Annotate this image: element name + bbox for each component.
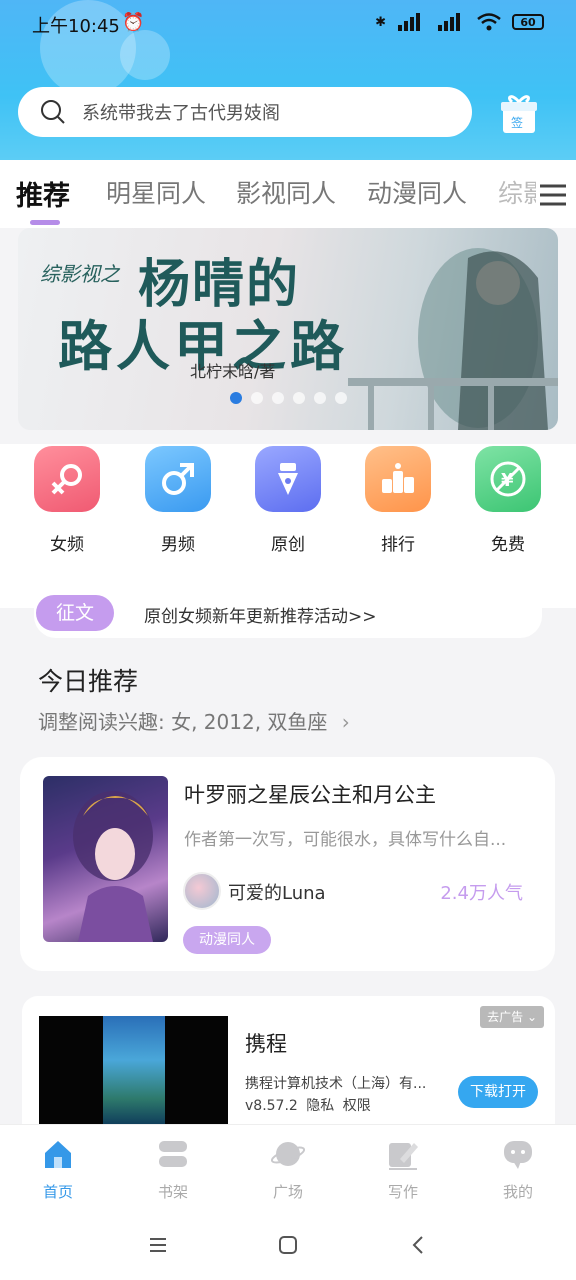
menu-icon [540, 184, 566, 206]
ranking-icon [365, 446, 431, 512]
category-female[interactable]: 女频 [12, 444, 122, 555]
recommend-book-card[interactable]: 叶罗丽之星辰公主和月公主 作者第一次写，可能很水，具体写什么自... 可爱的Lu… [20, 757, 555, 971]
bottom-nav: 首页 书架 广场 写作 我的 [0, 1124, 576, 1210]
tabs-menu-button[interactable] [536, 178, 570, 212]
write-icon [389, 1143, 418, 1170]
recent-apps-icon[interactable] [148, 1236, 168, 1254]
carousel-dots [230, 392, 347, 404]
nav-home[interactable]: 首页 [18, 1137, 98, 1202]
nav-profile[interactable]: 我的 [478, 1137, 558, 1202]
ad-video[interactable] [39, 1016, 228, 1126]
home-icon [45, 1141, 71, 1168]
nav-label: 写作 [387, 1183, 418, 1201]
tab-indicator [30, 220, 60, 225]
carousel-dot[interactable] [251, 392, 263, 404]
category-label: 排行 [381, 535, 415, 555]
carousel-dot[interactable] [314, 392, 326, 404]
category-label: 女频 [50, 535, 84, 555]
nav-label: 首页 [42, 1183, 73, 1201]
nav-label: 广场 [272, 1183, 303, 1201]
carousel-dot[interactable] [335, 392, 347, 404]
bluetooth-icon: ✱ [375, 14, 386, 30]
book-description: 作者第一次写，可能很水，具体写什么自... [184, 830, 507, 850]
ad-video-frame [103, 1016, 165, 1126]
svg-text:签: 签 [511, 115, 523, 130]
nav-label: 我的 [502, 1183, 533, 1201]
tab-star-fanfic[interactable]: 明星同人 [106, 174, 206, 210]
sign-in-gift-button[interactable]: 签 [498, 93, 540, 135]
ad-company: 携程计算机技术（上海）有... [245, 1076, 427, 1092]
interest-text: 调整阅读兴趣: 女, 2012, 双鱼座 [38, 710, 328, 734]
remove-ad-button[interactable]: 去广告 ⌄ [480, 1006, 544, 1028]
search-bar[interactable]: 系统带我去了古代男妓阁 [18, 87, 472, 137]
download-open-button[interactable]: 下载打开 [458, 1076, 538, 1108]
nav-label: 书架 [157, 1183, 188, 1201]
status-right: ✱ 60 [375, 12, 544, 32]
banner-subtitle: 综影视之 [40, 262, 120, 286]
category-ranking[interactable]: 排行 [343, 444, 453, 555]
category-label: 免费 [491, 535, 525, 555]
ad-meta[interactable]: v8.57.2 隐私 权限 [245, 1095, 371, 1115]
bookshelf-icon [159, 1141, 187, 1167]
ad-app-name: 携程 [245, 1032, 287, 1056]
banner-author: 北柠末晗/著 [190, 362, 276, 381]
author-avatar [183, 872, 221, 910]
notice-badge: 征文 [36, 595, 114, 631]
category-male[interactable]: 男频 [123, 444, 233, 555]
status-time: 上午10:45 [32, 16, 120, 37]
gift-icon: 签 [501, 95, 537, 133]
back-icon[interactable] [410, 1235, 426, 1255]
planet-icon [270, 1142, 306, 1166]
tab-anime-fanfic[interactable]: 动漫同人 [367, 174, 467, 210]
category-original[interactable]: 原创 [233, 444, 343, 555]
banner-illustration [348, 248, 558, 430]
wifi-icon [477, 13, 501, 31]
adjust-interest-link[interactable]: 调整阅读兴趣: 女, 2012, 双鱼座 › [38, 706, 350, 735]
notice-text: 原创女频新年更新推荐活动>> [144, 607, 377, 627]
status-bar: 上午10:45 ⏰ ✱ 60 [32, 10, 544, 37]
category-label: 原创 [271, 535, 305, 555]
male-icon [145, 446, 211, 512]
pen-nib-icon [255, 446, 321, 512]
tab-film-fanfic[interactable]: 影视同人 [236, 174, 336, 210]
carousel-dot[interactable] [230, 392, 242, 404]
nav-bookshelf[interactable]: 书架 [133, 1137, 213, 1202]
author-name: 可爱的Luna [228, 883, 326, 904]
alarm-icon: ⏰ [122, 12, 145, 33]
genre-tag[interactable]: 动漫同人 [183, 926, 271, 954]
search-icon [41, 100, 65, 124]
category-label: 男频 [161, 535, 195, 555]
home-button-icon[interactable] [278, 1235, 298, 1255]
system-nav-bar [0, 1210, 576, 1280]
remove-ad-label: 去广告 [487, 1010, 524, 1024]
search-placeholder: 系统带我去了古代男妓阁 [82, 103, 280, 124]
header: 上午10:45 ⏰ ✱ 60 系统带我去了古代男妓阁 签 [0, 0, 576, 160]
tab-recommend[interactable]: 推荐 [16, 174, 70, 213]
book-title: 叶罗丽之星辰公主和月公主 [184, 783, 436, 807]
banner-carousel[interactable]: 综影视之 杨晴的 路人甲之路 北柠末晗/著 [18, 228, 558, 430]
ad-card[interactable]: 携程 携程计算机技术（上海）有... v8.57.2 隐私 权限 去广告 ⌄ 下… [22, 996, 555, 1136]
female-icon [34, 446, 100, 512]
event-notice[interactable]: 征文 原创女频新年更新推荐活动>> [34, 590, 542, 638]
chevron-right-icon: › [341, 710, 350, 734]
category-grid: 女频 男频 原创 排行 ¥ 免费 [0, 444, 576, 564]
book-cover [43, 776, 168, 942]
category-free[interactable]: ¥ 免费 [453, 444, 563, 555]
chevron-down-icon: ⌄ [526, 1010, 537, 1024]
free-icon: ¥ [475, 446, 541, 512]
signal-icon [438, 13, 460, 31]
nav-write[interactable]: 写作 [363, 1137, 443, 1202]
category-tabs: 推荐 明星同人 影视同人 动漫同人 综影 [0, 160, 576, 228]
section-title: 今日推荐 [38, 667, 139, 696]
decor-bubble [120, 30, 170, 80]
signal-icon [398, 13, 420, 31]
carousel-dot[interactable] [293, 392, 305, 404]
popularity-count: 2.4万人气 [440, 883, 523, 904]
nav-square[interactable]: 广场 [248, 1137, 328, 1202]
carousel-dot[interactable] [272, 392, 284, 404]
profile-icon [504, 1141, 532, 1169]
battery-icon: 60 [512, 14, 544, 30]
